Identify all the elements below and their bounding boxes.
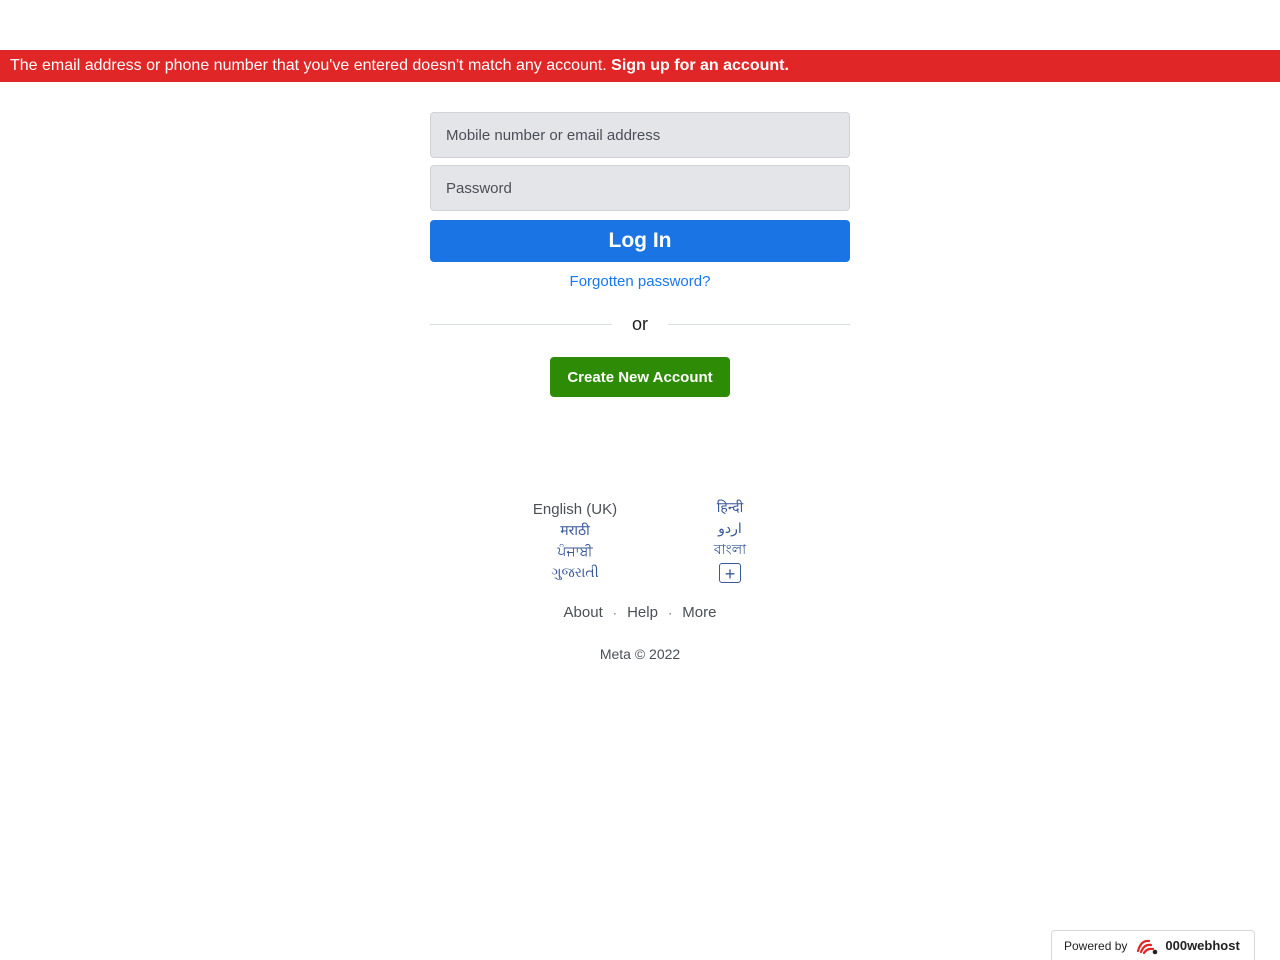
powered-by-text: Powered by — [1064, 938, 1128, 953]
more-languages-plus-icon[interactable]: + — [719, 563, 741, 584]
or-divider: or — [430, 312, 850, 338]
language-current: English (UK) — [532, 501, 618, 518]
language-link[interactable]: मराठी — [510, 520, 640, 541]
email-field[interactable] — [430, 112, 850, 158]
error-message: The email address or phone number that y… — [10, 57, 607, 74]
divider-line-right — [668, 324, 850, 325]
language-column-right: हिन्दी اردو বাংলা + — [665, 497, 795, 585]
language-link[interactable]: हिन्दी — [665, 497, 795, 518]
language-link[interactable]: বাংলা — [665, 539, 795, 560]
brand-name: 000webhost — [1165, 938, 1240, 953]
footer-separator: · — [668, 606, 673, 620]
footer-link-more[interactable]: More — [682, 604, 716, 621]
powered-by-badge[interactable]: Powered by 000webhost — [1051, 930, 1255, 960]
language-link[interactable]: ਪੰਜਾਬੀ — [510, 541, 640, 562]
error-banner: The email address or phone number that y… — [0, 50, 1280, 82]
webhost-logo-icon — [1135, 937, 1159, 955]
forgot-password-link[interactable]: Forgotten password? — [430, 273, 850, 290]
signup-link[interactable]: Sign up for an account. — [611, 57, 789, 74]
create-account-button[interactable]: Create New Account — [550, 357, 730, 397]
footer-link-help[interactable]: Help — [627, 604, 658, 621]
language-link[interactable]: اردو — [665, 518, 795, 539]
copyright: Meta © 2022 — [599, 646, 681, 662]
language-link[interactable]: ગુજરાતી — [510, 562, 640, 583]
footer-separator: · — [612, 606, 617, 620]
password-field[interactable] — [430, 165, 850, 211]
footer-link-about[interactable]: About — [564, 604, 603, 621]
login-form: Log In Forgotten password? or Create New… — [430, 112, 850, 397]
footer-links: About · Help · More — [0, 604, 1280, 621]
login-button[interactable]: Log In — [430, 220, 850, 262]
language-column-left: English (UK) मराठी ਪੰਜਾਬੀ ગુજરાતી — [510, 497, 640, 583]
